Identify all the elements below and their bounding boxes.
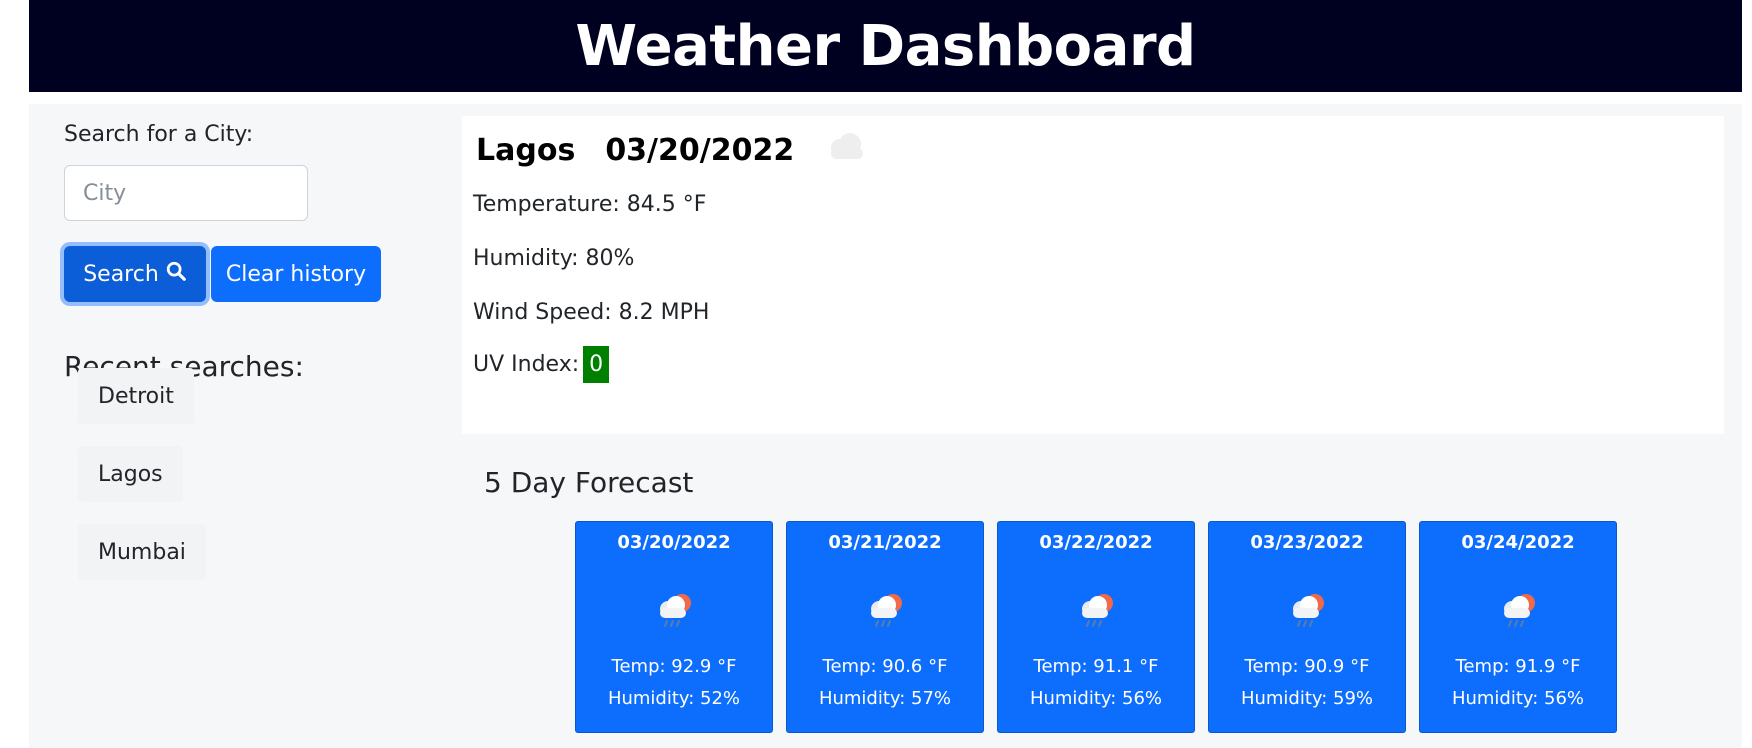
rain-sun-cloud-icon	[654, 590, 696, 634]
forecast-temp: Temp: 92.9 °F	[611, 656, 737, 677]
forecast-humidity: Humidity: 56%	[1451, 688, 1585, 709]
clear-history-button[interactable]: Clear history	[211, 246, 381, 302]
forecast-humidity: Humidity: 59%	[1240, 688, 1374, 709]
forecast-temp: Temp: 91.1 °F	[1033, 656, 1159, 677]
rain-sun-cloud-icon	[1287, 590, 1329, 634]
current-weather-heading: Lagos 03/20/2022	[476, 130, 870, 170]
search-button-label: Search	[83, 261, 159, 287]
forecast-card: 03/23/2022 Temp: 90.9 °F Humidity: 59%	[1208, 521, 1406, 733]
current-weather-panel: Lagos 03/20/2022 Temperature: 84.5 °F Hu…	[462, 116, 1724, 434]
forecast-humidity: Humidity: 52%	[607, 688, 741, 709]
forecast-title: 5 Day Forecast	[484, 466, 694, 499]
forecast-card: 03/24/2022 Temp: 91.9 °F Humidity: 56%	[1419, 521, 1617, 733]
search-label: Search for a City:	[64, 122, 254, 147]
search-button[interactable]: Search	[64, 246, 206, 302]
recent-search-item[interactable]: Detroit	[78, 368, 194, 424]
page-title: Weather Dashboard	[575, 13, 1196, 79]
forecast-card: 03/22/2022 Temp: 91.1 °F Humidity: 56%	[997, 521, 1195, 733]
page-header: Weather Dashboard	[29, 0, 1742, 92]
search-icon	[165, 260, 187, 288]
forecast-humidity: Humidity: 57%	[818, 688, 952, 709]
forecast-date: 03/23/2022	[1250, 532, 1364, 553]
main-container: Search for a City: Search Clear history …	[29, 104, 1742, 748]
rain-sun-cloud-icon	[1498, 590, 1540, 634]
forecast-temp: Temp: 91.9 °F	[1455, 656, 1581, 677]
uv-index-badge: 0	[583, 346, 610, 383]
forecast-temp: Temp: 90.9 °F	[1244, 656, 1370, 677]
current-wind-speed: Wind Speed: 8.2 MPH	[473, 300, 710, 325]
current-temperature: Temperature: 84.5 °F	[473, 192, 707, 217]
forecast-card: 03/21/2022 Temp: 90.6 °F Humidity: 57%	[786, 521, 984, 733]
forecast-temp: Temp: 90.6 °F	[822, 656, 948, 677]
recent-search-item[interactable]: Mumbai	[78, 524, 206, 580]
forecast-date: 03/24/2022	[1461, 532, 1575, 553]
recent-search-item[interactable]: Lagos	[78, 446, 183, 502]
uv-index-label: UV Index:	[473, 352, 580, 377]
rain-sun-cloud-icon	[865, 590, 907, 634]
current-city: Lagos	[476, 132, 576, 168]
forecast-card: 03/20/2022 Temp: 92.9 °F Humidity: 52%	[575, 521, 773, 733]
forecast-date: 03/22/2022	[1039, 532, 1153, 553]
city-input[interactable]	[64, 165, 308, 221]
current-humidity: Humidity: 80%	[473, 246, 635, 271]
current-uv-index: UV Index: 0	[473, 346, 610, 383]
cloud-icon	[822, 130, 870, 170]
forecast-date: 03/20/2022	[617, 532, 731, 553]
forecast-humidity: Humidity: 56%	[1029, 688, 1163, 709]
current-date: 03/20/2022	[605, 132, 795, 168]
rain-sun-cloud-icon	[1076, 590, 1118, 634]
forecast-date: 03/21/2022	[828, 532, 942, 553]
